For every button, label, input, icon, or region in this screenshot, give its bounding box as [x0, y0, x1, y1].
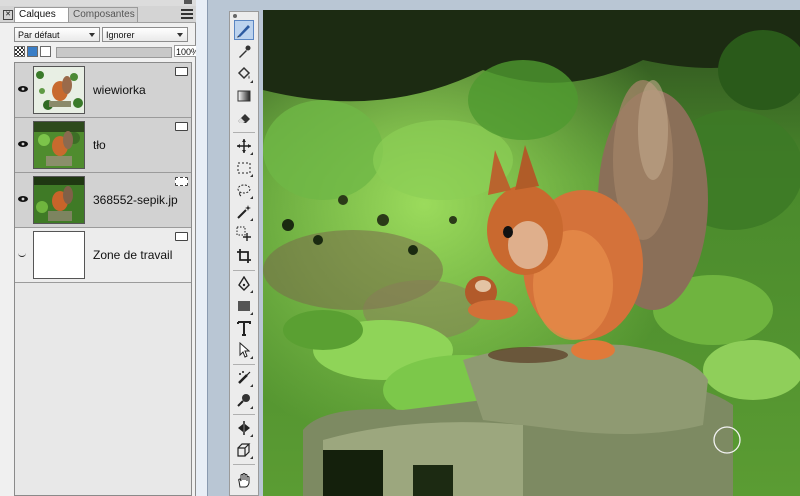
lock-position-icon[interactable]	[40, 46, 51, 57]
layer-thumbnail	[33, 176, 85, 224]
transform-icon[interactable]	[234, 136, 254, 156]
layer-name: tło	[93, 138, 106, 152]
tab-layers[interactable]: Calques	[14, 7, 76, 22]
panel-tabs: ✕ Calques Composantes	[0, 6, 196, 23]
panel-divider[interactable]	[196, 0, 208, 496]
direct-select-icon[interactable]	[234, 340, 254, 360]
brush-tool-icon[interactable]	[234, 20, 254, 40]
toolbox	[229, 11, 259, 496]
tab-components[interactable]: Composantes	[68, 7, 138, 22]
marquee-icon[interactable]	[234, 158, 254, 178]
layer-mode-value: Ignorer	[106, 30, 135, 40]
close-icon[interactable]: ✕	[3, 10, 13, 20]
toolbox-grip[interactable]	[233, 14, 237, 18]
painting-squirrel-image	[263, 10, 800, 496]
blend-mode-select[interactable]: Par défaut	[14, 27, 100, 42]
hand-icon[interactable]	[234, 470, 254, 490]
layers-panel: ✕ Calques Composantes Par défaut Ignorer…	[0, 0, 202, 496]
lock-image-icon[interactable]	[27, 46, 38, 57]
clone-icon[interactable]	[234, 368, 254, 388]
layer-thumbnail	[33, 121, 85, 169]
layer-mode-select[interactable]: Ignorer	[102, 27, 188, 42]
layer-type-icon	[175, 67, 188, 76]
paint-bucket-icon[interactable]	[234, 64, 254, 84]
layer-thumbnail	[33, 66, 85, 114]
magic-wand-icon[interactable]	[234, 202, 254, 222]
rectangle-shape-icon[interactable]	[234, 296, 254, 316]
document-canvas[interactable]	[263, 10, 800, 496]
panel-grip[interactable]	[184, 0, 192, 4]
eraser-icon[interactable]	[234, 108, 254, 128]
text-icon[interactable]	[234, 318, 254, 338]
layer-type-icon	[175, 122, 188, 131]
layer-type-icon	[175, 177, 188, 186]
layer-row-tlo[interactable]: tło	[15, 118, 191, 173]
chevron-down-icon	[177, 33, 183, 37]
layer-row-photo[interactable]: 368552-sepik.jp	[15, 173, 191, 228]
mirror-icon[interactable]	[234, 418, 254, 438]
blend-mode-value: Par défaut	[18, 30, 60, 40]
lock-row: 100%	[14, 45, 202, 59]
layer-thumbnail	[33, 231, 85, 279]
panel-menu-icon[interactable]	[181, 9, 193, 19]
layer-name: wiewiorka	[93, 83, 146, 97]
selection-move-icon[interactable]	[234, 224, 254, 244]
pen-icon[interactable]	[234, 274, 254, 294]
layer-list: wiewiorka tło 368552-sepik.jp Zone de tr…	[14, 62, 192, 496]
layer-row-wiewiorka[interactable]: wiewiorka	[15, 63, 191, 118]
opacity-slider[interactable]	[56, 47, 172, 58]
layer-row-canvas[interactable]: Zone de travail	[15, 228, 191, 283]
dodge-icon[interactable]	[234, 390, 254, 410]
layer-name: Zone de travail	[93, 248, 173, 262]
chevron-down-icon	[89, 33, 95, 37]
layer-type-icon	[175, 232, 188, 241]
eyedropper-icon[interactable]	[234, 42, 254, 62]
crop-icon[interactable]	[234, 246, 254, 266]
lock-transparency-icon[interactable]	[14, 46, 25, 57]
gradient-icon[interactable]	[234, 86, 254, 106]
eye-icon[interactable]	[18, 195, 28, 203]
lasso-icon[interactable]	[234, 180, 254, 200]
eye-closed-icon[interactable]	[18, 252, 26, 257]
eye-icon[interactable]	[18, 140, 28, 148]
layer-name: 368552-sepik.jp	[93, 193, 178, 207]
eye-icon[interactable]	[18, 85, 28, 93]
perspective-icon[interactable]	[234, 440, 254, 460]
